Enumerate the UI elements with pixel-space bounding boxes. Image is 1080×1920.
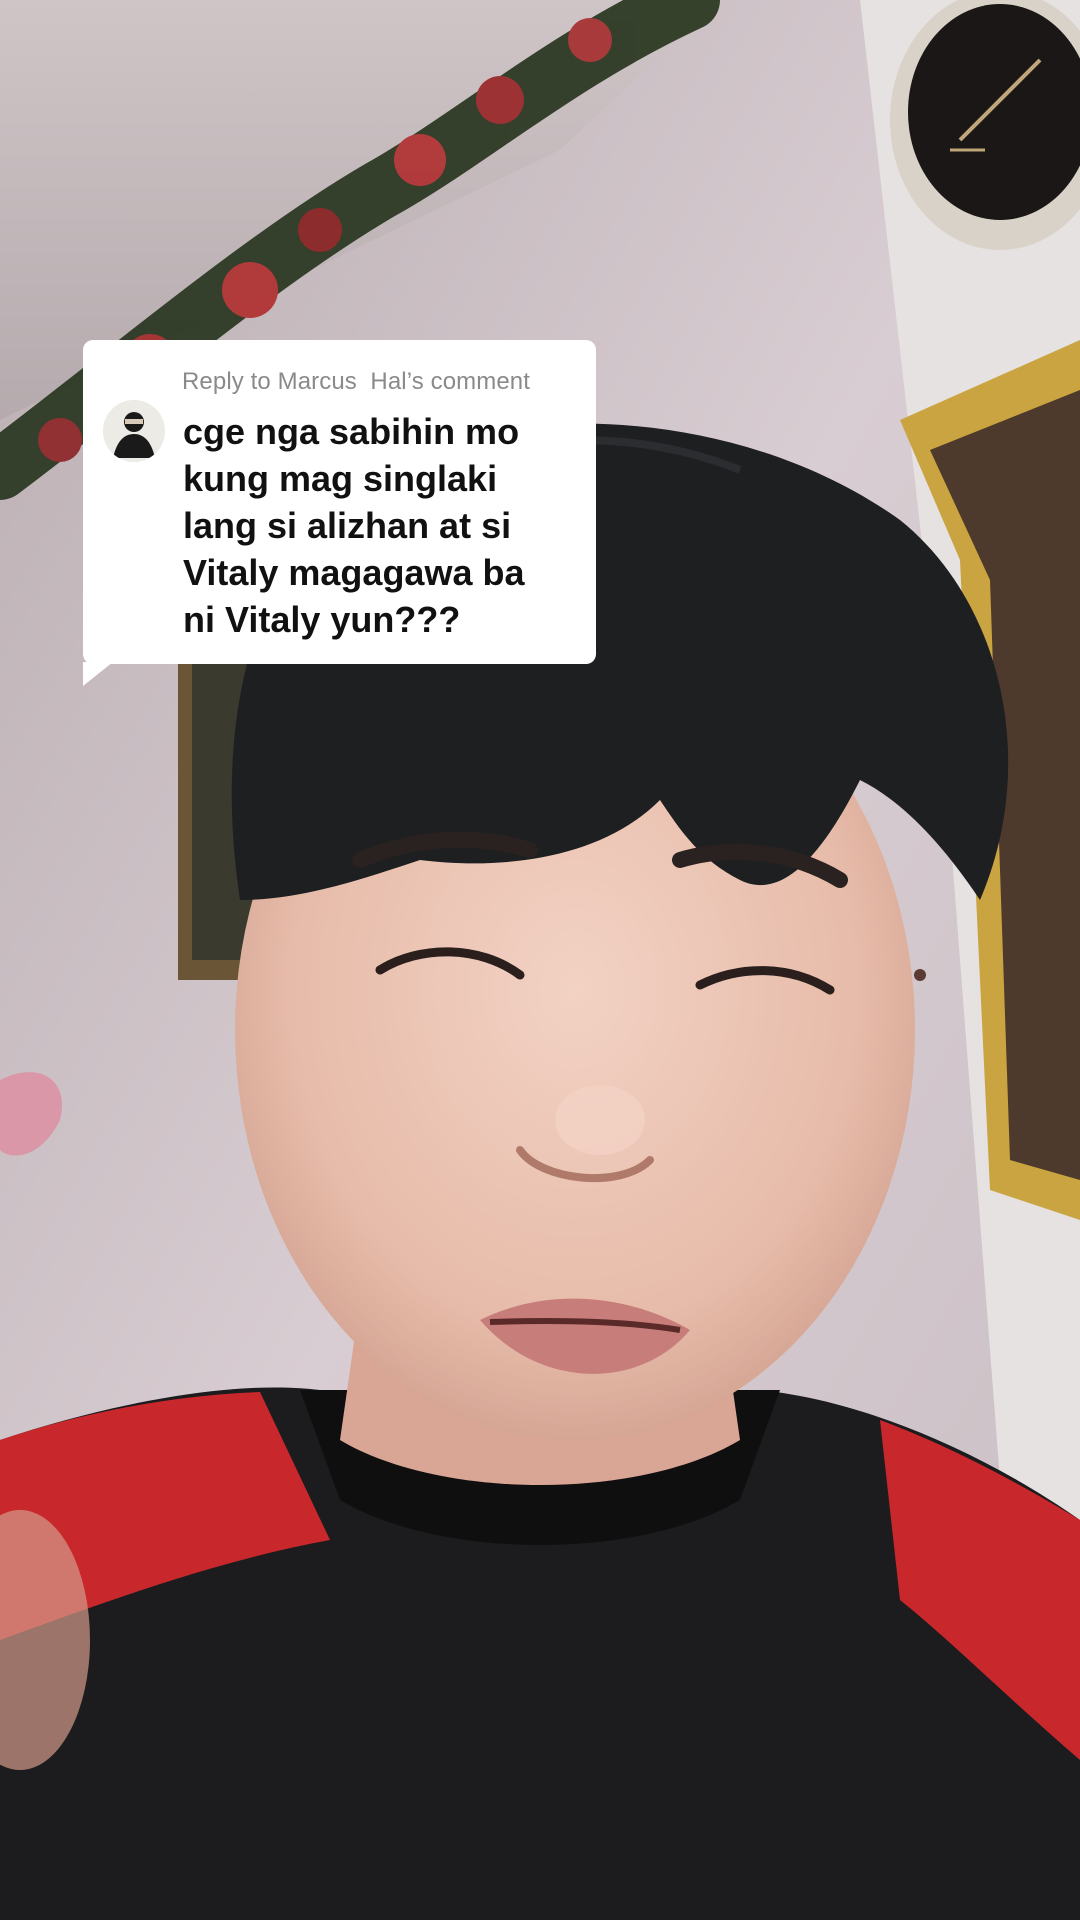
reply-comment-sticker[interactable]: Reply to Marcus Hal’s comment cge nga sa… [83, 340, 596, 686]
video-frame[interactable] [0, 0, 1080, 1920]
avatar-icon [103, 400, 165, 462]
reply-header: Reply to Marcus Hal’s comment [182, 368, 530, 395]
reply-comment-text: cge nga sabihin mo kung mag singlaki lan… [183, 408, 583, 643]
reply-line: cge nga sabihin mo [183, 411, 520, 452]
reply-line: Vitaly magagawa ba [183, 552, 525, 593]
commenter-avatar [103, 400, 165, 462]
reply-line: lang si alizhan at si [183, 505, 512, 546]
video-background [0, 0, 1080, 1920]
bubble-tail [83, 662, 113, 686]
reply-line: ni Vitaly yun??? [183, 599, 461, 640]
reply-line: kung mag singlaki [183, 458, 498, 499]
